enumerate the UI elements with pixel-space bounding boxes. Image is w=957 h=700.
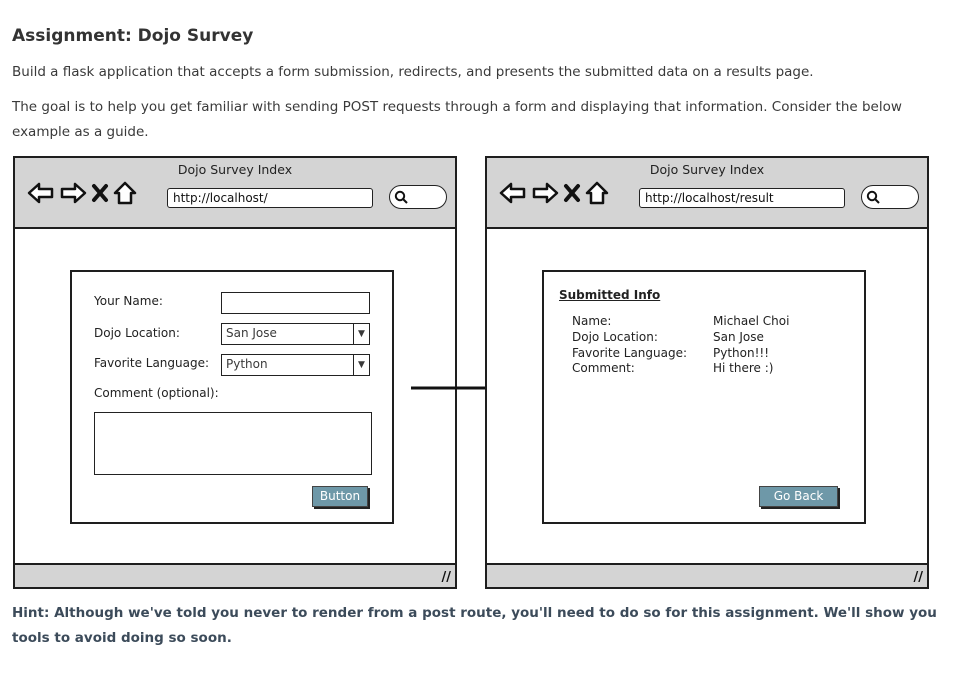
name-label: Your Name: xyxy=(94,294,163,308)
info-value-name: Michael Choi xyxy=(713,314,790,328)
browser-toolbar: Dojo Survey Index http://localhost/resul… xyxy=(487,158,927,229)
window-title: Dojo Survey Index xyxy=(649,162,765,177)
info-key-language: Favorite Language: xyxy=(572,346,688,360)
submit-button[interactable]: Button xyxy=(312,486,368,507)
home-icon[interactable] xyxy=(585,181,609,205)
dropdown-arrow-icon[interactable]: ▼ xyxy=(353,324,369,344)
info-key-location: Dojo Location: xyxy=(572,330,658,344)
comment-label: Comment (optional): xyxy=(94,386,219,400)
search-icon xyxy=(866,190,880,204)
info-key-comment: Comment: xyxy=(572,361,635,375)
go-back-button[interactable]: Go Back xyxy=(759,486,838,507)
info-key-name: Name: xyxy=(572,314,612,328)
language-label: Favorite Language: xyxy=(94,356,210,370)
back-arrow-icon[interactable] xyxy=(27,181,55,205)
location-selected-value: San Jose xyxy=(226,326,277,340)
url-bar[interactable]: http://localhost/ xyxy=(167,188,373,208)
browser-toolbar: Dojo Survey Index http://localhost/ xyxy=(15,158,455,229)
location-select[interactable]: San Jose ▼ xyxy=(221,323,370,345)
search-box[interactable] xyxy=(861,185,919,209)
name-input[interactable] xyxy=(221,292,370,314)
home-icon[interactable] xyxy=(113,181,137,205)
back-arrow-icon[interactable] xyxy=(499,181,527,205)
info-value-language: Python!!! xyxy=(713,346,770,360)
browser-status-bar: // xyxy=(15,563,455,587)
language-selected-value: Python xyxy=(226,357,268,371)
window-title: Dojo Survey Index xyxy=(177,162,293,177)
dropdown-arrow-icon[interactable]: ▼ xyxy=(353,355,369,375)
intro-paragraph: Build a flask application that accepts a… xyxy=(12,64,814,80)
goal-paragraph: The goal is to help you get familiar wit… xyxy=(12,99,902,140)
result-page-mockup: Dojo Survey Index http://localhost/resul… xyxy=(485,156,929,589)
comment-textarea[interactable] xyxy=(94,412,372,475)
forward-arrow-icon[interactable] xyxy=(59,181,87,205)
search-box[interactable] xyxy=(389,185,447,209)
index-page-mockup: Dojo Survey Index http://localhost/ Your… xyxy=(13,156,457,589)
stop-x-icon[interactable] xyxy=(563,183,581,203)
survey-form: Your Name: Dojo Location: San Jose ▼ Fav… xyxy=(70,270,394,524)
stop-x-icon[interactable] xyxy=(91,183,109,203)
info-value-comment: Hi there :) xyxy=(713,361,774,375)
browser-status-bar: // xyxy=(487,563,927,587)
location-label: Dojo Location: xyxy=(94,326,180,340)
info-value-location: San Jose xyxy=(713,330,764,344)
page-title: Assignment: Dojo Survey xyxy=(12,26,254,46)
submitted-info-heading: Submitted Info xyxy=(559,288,661,302)
search-icon xyxy=(394,190,408,204)
language-select[interactable]: Python ▼ xyxy=(221,354,370,376)
hint-paragraph: Hint: Although we've told you never to r… xyxy=(12,605,937,646)
resize-grip-icon[interactable]: // xyxy=(914,570,924,585)
url-bar[interactable]: http://localhost/result xyxy=(639,188,845,208)
submitted-info-panel: Submitted Info Name: Michael Choi Dojo L… xyxy=(542,270,866,524)
resize-grip-icon[interactable]: // xyxy=(442,570,452,585)
forward-arrow-icon[interactable] xyxy=(531,181,559,205)
